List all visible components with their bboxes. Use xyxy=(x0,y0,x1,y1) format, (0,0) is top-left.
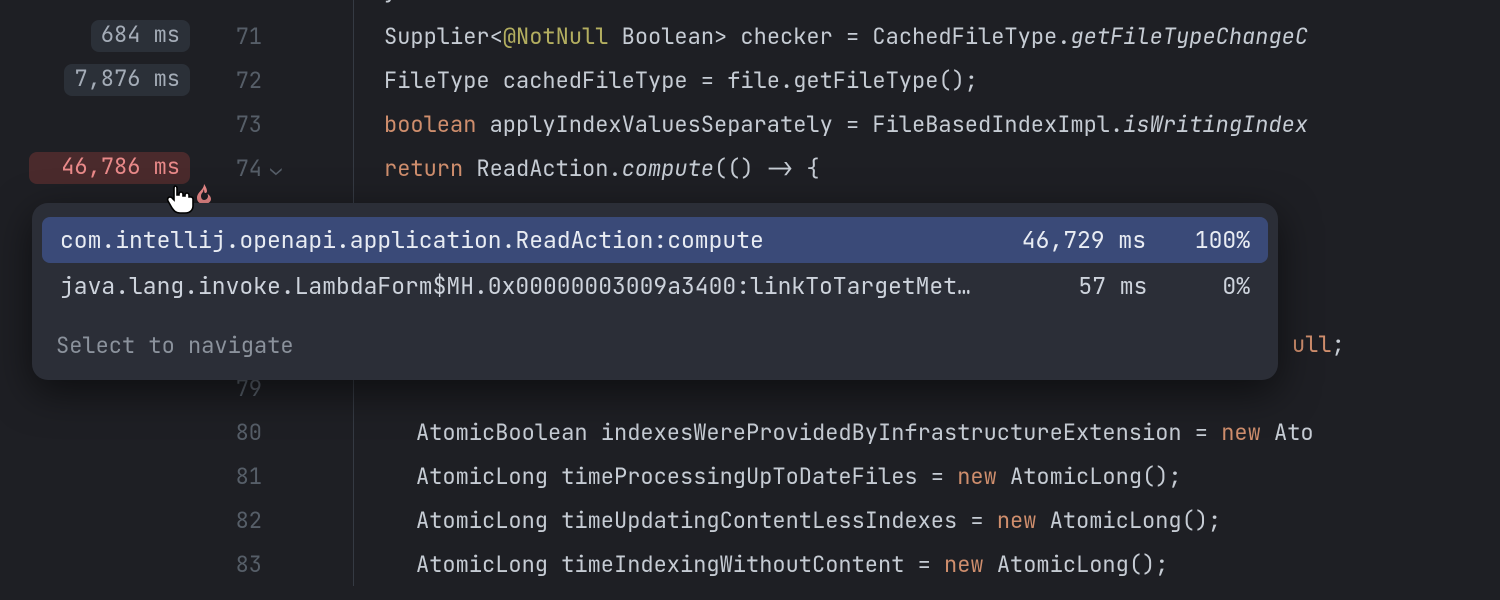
code-text: AtomicBoolean indexesWereProvidedByInfra… xyxy=(354,418,1500,447)
code-line: 7,876 ms 72 FileType cachedFileType = fi… xyxy=(0,58,1500,102)
code-text: AtomicLong timeIndexingWithoutContent = … xyxy=(354,550,1500,579)
code-text: } xyxy=(354,0,1500,7)
code-line: 80 AtomicBoolean indexesWereProvidedByIn… xyxy=(0,410,1500,454)
code-line: 81 AtomicLong timeProcessingUpToDateFile… xyxy=(0,454,1500,498)
callee-method: com.intellij.openapi.application.ReadAct… xyxy=(60,225,980,255)
profiler-callee-row[interactable]: java.lang.invoke.LambdaForm$MH.0x0000000… xyxy=(42,263,1268,309)
line-number: 80 xyxy=(200,418,270,447)
line-number: 83 xyxy=(200,550,270,579)
profiler-time-pill[interactable]: 7,876 ms xyxy=(64,64,190,95)
profiler-callee-row[interactable]: com.intellij.openapi.application.ReadAct… xyxy=(42,217,1268,263)
profiler-callees-popup[interactable]: com.intellij.openapi.application.ReadAct… xyxy=(32,203,1278,380)
profiler-hot-time: 46,786 ms xyxy=(61,154,180,180)
line-number: 74 xyxy=(200,154,270,183)
code-text: Supplier<@NotNull Boolean> checker = Cac… xyxy=(354,22,1500,51)
flame-icon xyxy=(37,157,55,177)
profiler-hot-pill[interactable]: 46,786 ms xyxy=(29,152,190,183)
code-line: 684 ms 71 Supplier<@NotNull Boolean> che… xyxy=(0,14,1500,58)
callee-method: java.lang.invoke.LambdaForm$MH.0x0000000… xyxy=(60,271,984,301)
line-number: 71 xyxy=(200,22,270,51)
code-line: 73 boolean applyIndexValuesSeparately = … xyxy=(0,102,1500,146)
line-number: 82 xyxy=(200,506,270,535)
code-text: FileType cachedFileType = file.getFileTy… xyxy=(354,66,1500,95)
code-text: boolean applyIndexValuesSeparately = Fil… xyxy=(354,110,1500,139)
line-number: 72 xyxy=(200,66,270,95)
line-number: 81 xyxy=(200,462,270,491)
line-number: 73 xyxy=(200,110,270,139)
profiler-callees-list: com.intellij.openapi.application.ReadAct… xyxy=(32,203,1278,317)
code-text: AtomicLong timeUpdatingContentLessIndexe… xyxy=(354,506,1500,535)
code-text: AtomicLong timeProcessingUpToDateFiles =… xyxy=(354,462,1500,491)
popup-hint-text: Select to navigate xyxy=(32,317,1278,380)
callee-percent: 0% xyxy=(1163,271,1250,301)
code-line: 70 } xyxy=(0,0,1500,14)
fold-toggle-icon[interactable]: ⌄ xyxy=(270,155,298,181)
callee-percent: 100% xyxy=(1162,225,1250,255)
callee-time: 46,729 ms xyxy=(996,225,1146,255)
line-number: 70 xyxy=(200,0,270,7)
code-line: 46,786 ms 74 ⌄ return ReadAction.compute… xyxy=(0,146,1500,190)
profiler-time-pill[interactable]: 684 ms xyxy=(91,20,190,51)
code-editor[interactable]: 70 } 684 ms 71 Supplier<@NotNull Boolean… xyxy=(0,0,1500,600)
code-line: 82 AtomicLong timeUpdatingContentLessInd… xyxy=(0,498,1500,542)
callee-time: 57 ms xyxy=(1000,271,1148,301)
code-text: return ReadAction.compute(() -> { xyxy=(354,154,1500,183)
code-line: 83 AtomicLong timeIndexingWithoutContent… xyxy=(0,542,1500,586)
